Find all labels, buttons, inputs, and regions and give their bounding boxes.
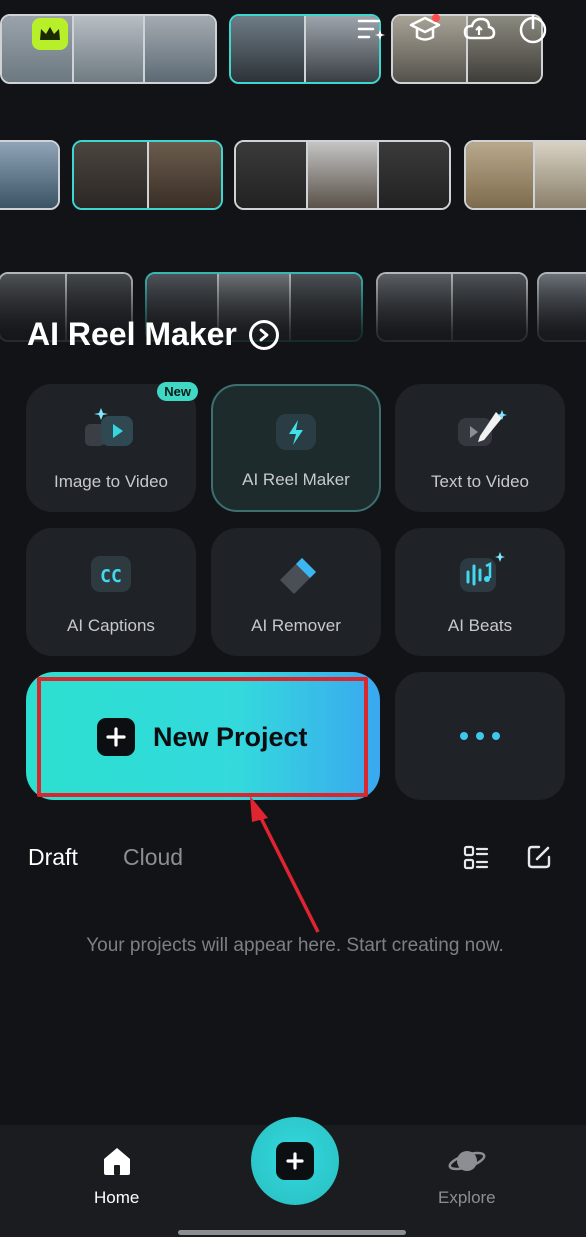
planet-icon	[447, 1145, 487, 1182]
annotation-arrow	[250, 796, 320, 933]
nav-home-label: Home	[94, 1188, 140, 1207]
create-fab-button[interactable]	[251, 1117, 339, 1205]
nav-explore-label: Explore	[438, 1188, 496, 1207]
gesture-bar	[178, 1230, 406, 1235]
plus-icon	[276, 1142, 314, 1180]
home-icon	[100, 1145, 134, 1182]
empty-state-text: Your projects will appear here. Start cr…	[86, 935, 504, 956]
list-view-icon[interactable]	[462, 844, 490, 877]
nav-explore[interactable]: Explore	[438, 1145, 496, 1208]
tab-draft[interactable]: Draft	[28, 844, 78, 871]
edit-icon[interactable]	[525, 843, 553, 876]
nav-home[interactable]: Home	[94, 1145, 139, 1208]
tab-cloud[interactable]: Cloud	[123, 844, 183, 871]
